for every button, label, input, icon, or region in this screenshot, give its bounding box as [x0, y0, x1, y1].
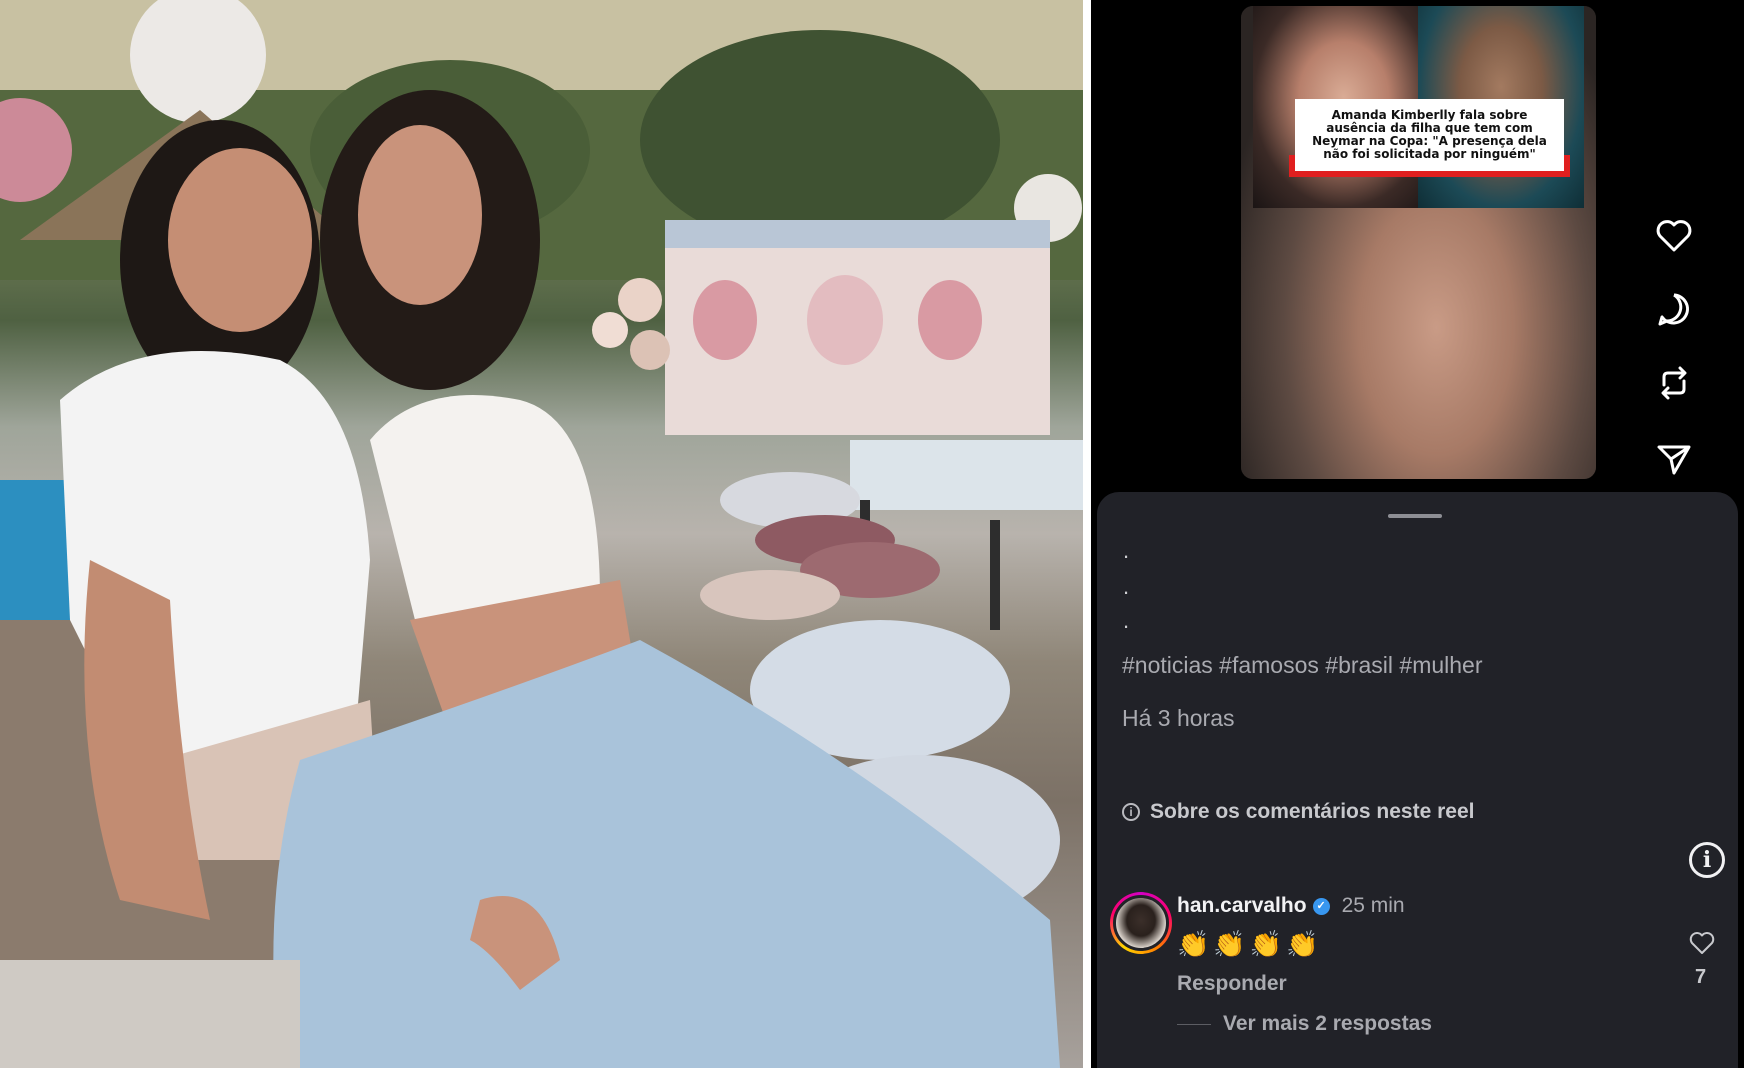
view-more-replies-button[interactable]: Ver mais 2 respostas	[1223, 1012, 1432, 1036]
caption-hashtags[interactable]: #noticias #famosos #brasil #mulher	[1122, 652, 1483, 679]
comments-sheet: . . . #noticias #famosos #brasil #mulher…	[1097, 492, 1738, 1068]
comment-like-icon[interactable]	[1687, 928, 1717, 958]
panel-divider	[1083, 0, 1091, 1068]
comment-header: han.carvalho ✓ 25 min	[1177, 894, 1405, 918]
news-headline: Amanda Kimberlly fala sobre ausência da …	[1312, 108, 1547, 161]
about-comments-label: Sobre os comentários neste reel	[1150, 800, 1475, 823]
reel-video[interactable]: Amanda Kimberlly fala sobre ausência da …	[1241, 6, 1596, 479]
caption-dot: .	[1123, 574, 1130, 599]
verified-badge-icon: ✓	[1312, 897, 1330, 915]
send-icon[interactable]	[1652, 437, 1696, 481]
comment-username[interactable]: han.carvalho	[1177, 894, 1307, 918]
avatar[interactable]	[1110, 892, 1172, 954]
replies-divider	[1177, 1024, 1211, 1025]
avatar-image	[1113, 895, 1169, 951]
caption-dot: .	[1123, 608, 1130, 633]
post-timestamp: Há 3 horas	[1122, 705, 1235, 731]
comment-icon[interactable]	[1652, 287, 1696, 331]
headline-box: Amanda Kimberlly fala sobre ausência da …	[1289, 99, 1570, 177]
news-thumbnail: Amanda Kimberlly fala sobre ausência da …	[1253, 6, 1584, 208]
repost-icon[interactable]	[1652, 361, 1696, 405]
about-comments-row[interactable]: i Sobre os comentários neste reel	[1122, 800, 1474, 824]
comment-time: 25 min	[1341, 894, 1405, 917]
info-circle-icon: i	[1122, 803, 1140, 821]
reply-button[interactable]: Responder	[1177, 972, 1287, 996]
sheet-grabber[interactable]	[1388, 514, 1442, 518]
party-photo	[0, 0, 1083, 1068]
comment-text: 👏👏👏👏	[1177, 929, 1323, 959]
caption-dot: .	[1123, 538, 1130, 563]
info-icon[interactable]: i	[1689, 842, 1725, 878]
reel-screen: Amanda Kimberlly fala sobre ausência da …	[1091, 0, 1744, 1068]
photo-illustration	[0, 0, 1083, 1068]
comment-like-count: 7	[1695, 966, 1707, 988]
heart-icon[interactable]	[1652, 214, 1696, 258]
